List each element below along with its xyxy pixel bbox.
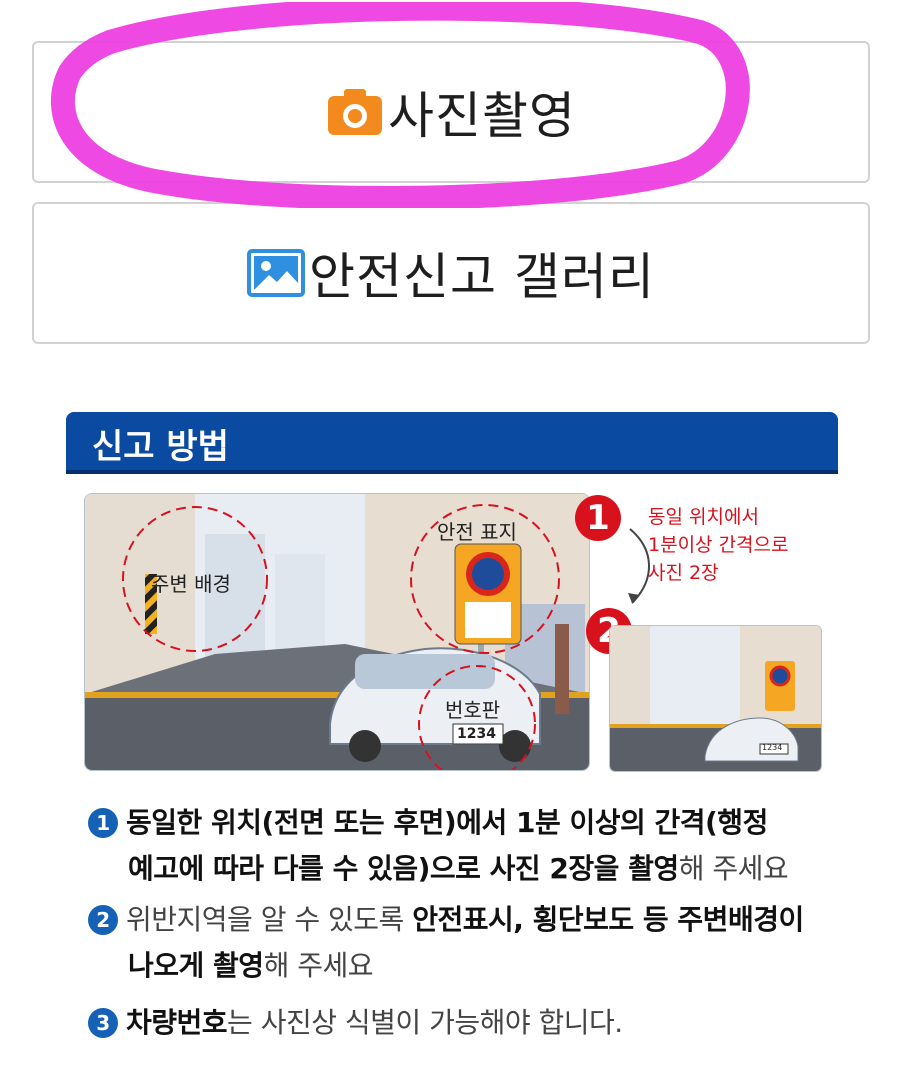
two-photos-note: 동일 위치에서 1분이상 간격으로 사진 2장 (648, 506, 789, 584)
instruction-1-light: 해 주세요 (678, 852, 789, 885)
image-icon (247, 249, 306, 297)
instruction-2: 2 위반지역을 알 수 있도록 안전표시, 횡단보도 등 주변배경이 나오게 촬영… (88, 897, 804, 989)
plate-number: 1234 (457, 726, 496, 742)
camera-icon (328, 89, 382, 135)
instruction-1-bold-b: 예고에 따라 다를 수 있음)으로 사진 2장을 촬영 (128, 852, 679, 885)
instruction-2-light-b: 해 주세요 (263, 949, 374, 982)
second-photo-illustration: 1234 (609, 625, 822, 772)
instruction-3-light: 는 사진상 식별이 가능해야 합니다. (227, 1006, 623, 1039)
instruction-2-bold-a: 안전표시, 횡단보도 등 주변배경이 (412, 903, 804, 936)
instruction-3: 3 차량번호는 사진상 식별이 가능해야 합니다. (88, 1000, 623, 1046)
safety-report-gallery-label: 안전신고 갤러리 (309, 248, 655, 306)
instruction-1-bold-a: 동일한 위치(전면 또는 후면)에서 1분 이상의 간격(행정 (126, 806, 768, 839)
instruction-2-bold-b: 나오게 촬영 (128, 949, 264, 982)
report-method-illustration: 주변 배경 안전 표지 번호판 1234 (84, 493, 590, 771)
take-photo-label: 사진촬영 (388, 87, 576, 145)
number-2-icon: 2 (88, 905, 118, 935)
safety-sign-label: 안전 표지 (437, 520, 517, 544)
section-header: 신고 방법 (66, 412, 838, 470)
safety-report-gallery-button[interactable]: 안전신고 갤러리 (32, 202, 870, 344)
instruction-3-bold: 차량번호 (126, 1006, 228, 1039)
instruction-2-light-a: 위반지역을 알 수 있도록 (126, 903, 413, 936)
instruction-1: 1 동일한 위치(전면 또는 후면)에서 1분 이상의 간격(행정 예고에 따라 … (88, 800, 789, 892)
section-title: 신고 방법 (92, 427, 229, 467)
license-plate-label: 번호판 (445, 698, 501, 722)
number-3-icon: 3 (88, 1008, 118, 1038)
take-photo-button[interactable]: 사진촬영 (32, 41, 870, 183)
small-plate-number: 1234 (762, 743, 783, 752)
background-label: 주변 배경 (151, 572, 231, 596)
number-1-icon: 1 (88, 808, 118, 838)
